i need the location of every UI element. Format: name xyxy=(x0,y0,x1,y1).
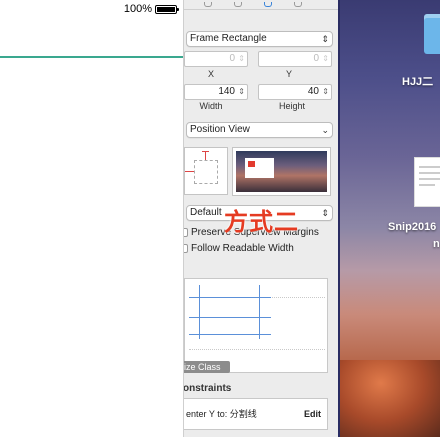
constraint-row[interactable]: enter Y to: 分割线 Edit xyxy=(184,398,328,430)
stepper-icon[interactable]: ⇕ xyxy=(238,52,245,66)
height-caption: Height xyxy=(278,101,305,111)
arrange-popup[interactable]: Position View ⌄ xyxy=(186,122,333,138)
resize-preview xyxy=(232,147,331,196)
y-value: 0 xyxy=(313,53,319,64)
grid-line xyxy=(199,285,200,339)
snip-file-label-2: n xyxy=(433,238,440,250)
height-value: 40 xyxy=(307,86,319,97)
preview-wallpaper xyxy=(236,151,327,192)
separator-line xyxy=(0,56,183,58)
tab-help-icon[interactable] xyxy=(234,2,242,7)
grid-line xyxy=(189,334,271,335)
checkbox-box[interactable] xyxy=(184,228,188,237)
width-value: 140 xyxy=(218,86,235,97)
folder-label[interactable]: HJJ二 xyxy=(402,73,433,89)
battery-icon xyxy=(155,4,179,14)
left-strut xyxy=(185,171,194,172)
desktop-wallpaper: HJJ二 Snip2016 n xyxy=(338,0,440,437)
simulator-canvas: 100% xyxy=(0,0,183,437)
height-field[interactable]: 40 ⇕ xyxy=(258,84,332,100)
annotation-overlay: 方式二 xyxy=(224,209,299,236)
size-class-tag: ize Class xyxy=(184,361,230,373)
inspector-tabs xyxy=(184,0,338,10)
updown-chevron-icon: ⇕ xyxy=(321,34,329,44)
stepper-icon[interactable]: ⇕ xyxy=(238,85,245,99)
width-field[interactable]: 140 ⇕ xyxy=(184,84,248,100)
follow-readable-label: Follow Readable Width xyxy=(191,243,294,254)
screenshot-thumbnail[interactable] xyxy=(414,157,440,207)
tab-connections-icon[interactable] xyxy=(294,2,302,7)
updown-chevron-icon: ⇕ xyxy=(321,208,329,218)
size-inspector: Frame Rectangle ⇕ 0 ⇕ 0 ⇕ X Y 140 ⇕ 40 ⇕… xyxy=(183,0,338,437)
wallpaper-mountain xyxy=(340,360,440,437)
checkbox-box[interactable] xyxy=(184,244,188,253)
status-bar: 100% xyxy=(123,3,179,15)
follow-readable-checkbox[interactable]: Follow Readable Width xyxy=(184,243,294,254)
stepper-icon[interactable]: ⇕ xyxy=(322,52,329,66)
stepper-icon[interactable]: ⇕ xyxy=(322,85,329,99)
constraint-edit-button[interactable]: Edit xyxy=(304,399,321,429)
preview-window xyxy=(245,158,274,178)
constraints-title: onstraints xyxy=(183,383,232,394)
x-value: 0 xyxy=(229,53,235,64)
snip-file-label[interactable]: Snip2016 xyxy=(388,221,436,233)
grid-line xyxy=(259,285,260,339)
x-field[interactable]: 0 ⇕ xyxy=(184,51,248,67)
arrange-popup-label: Position View xyxy=(190,124,250,135)
constraint-label: enter Y to: 分割线 xyxy=(186,409,257,419)
y-caption: Y xyxy=(285,69,292,79)
tab-file-icon[interactable] xyxy=(204,2,212,7)
grid-line xyxy=(189,297,271,298)
chevron-down-icon: ⌄ xyxy=(321,125,329,135)
folder-icon[interactable] xyxy=(424,14,440,54)
view-box xyxy=(194,160,218,184)
layout-popup-label: Default xyxy=(190,207,222,218)
grid-dotted xyxy=(189,349,325,350)
y-field[interactable]: 0 ⇕ xyxy=(258,51,332,67)
width-caption: Width xyxy=(199,101,223,111)
tab-size-icon[interactable] xyxy=(264,2,272,7)
autoresizing-diagram[interactable] xyxy=(184,147,228,195)
size-class-diagram xyxy=(184,278,328,373)
battery-percent: 100% xyxy=(123,3,152,15)
x-caption: X xyxy=(207,69,214,79)
frame-popup[interactable]: Frame Rectangle ⇕ xyxy=(186,31,333,47)
frame-popup-label: Frame Rectangle xyxy=(190,33,267,44)
grid-line xyxy=(189,317,271,318)
